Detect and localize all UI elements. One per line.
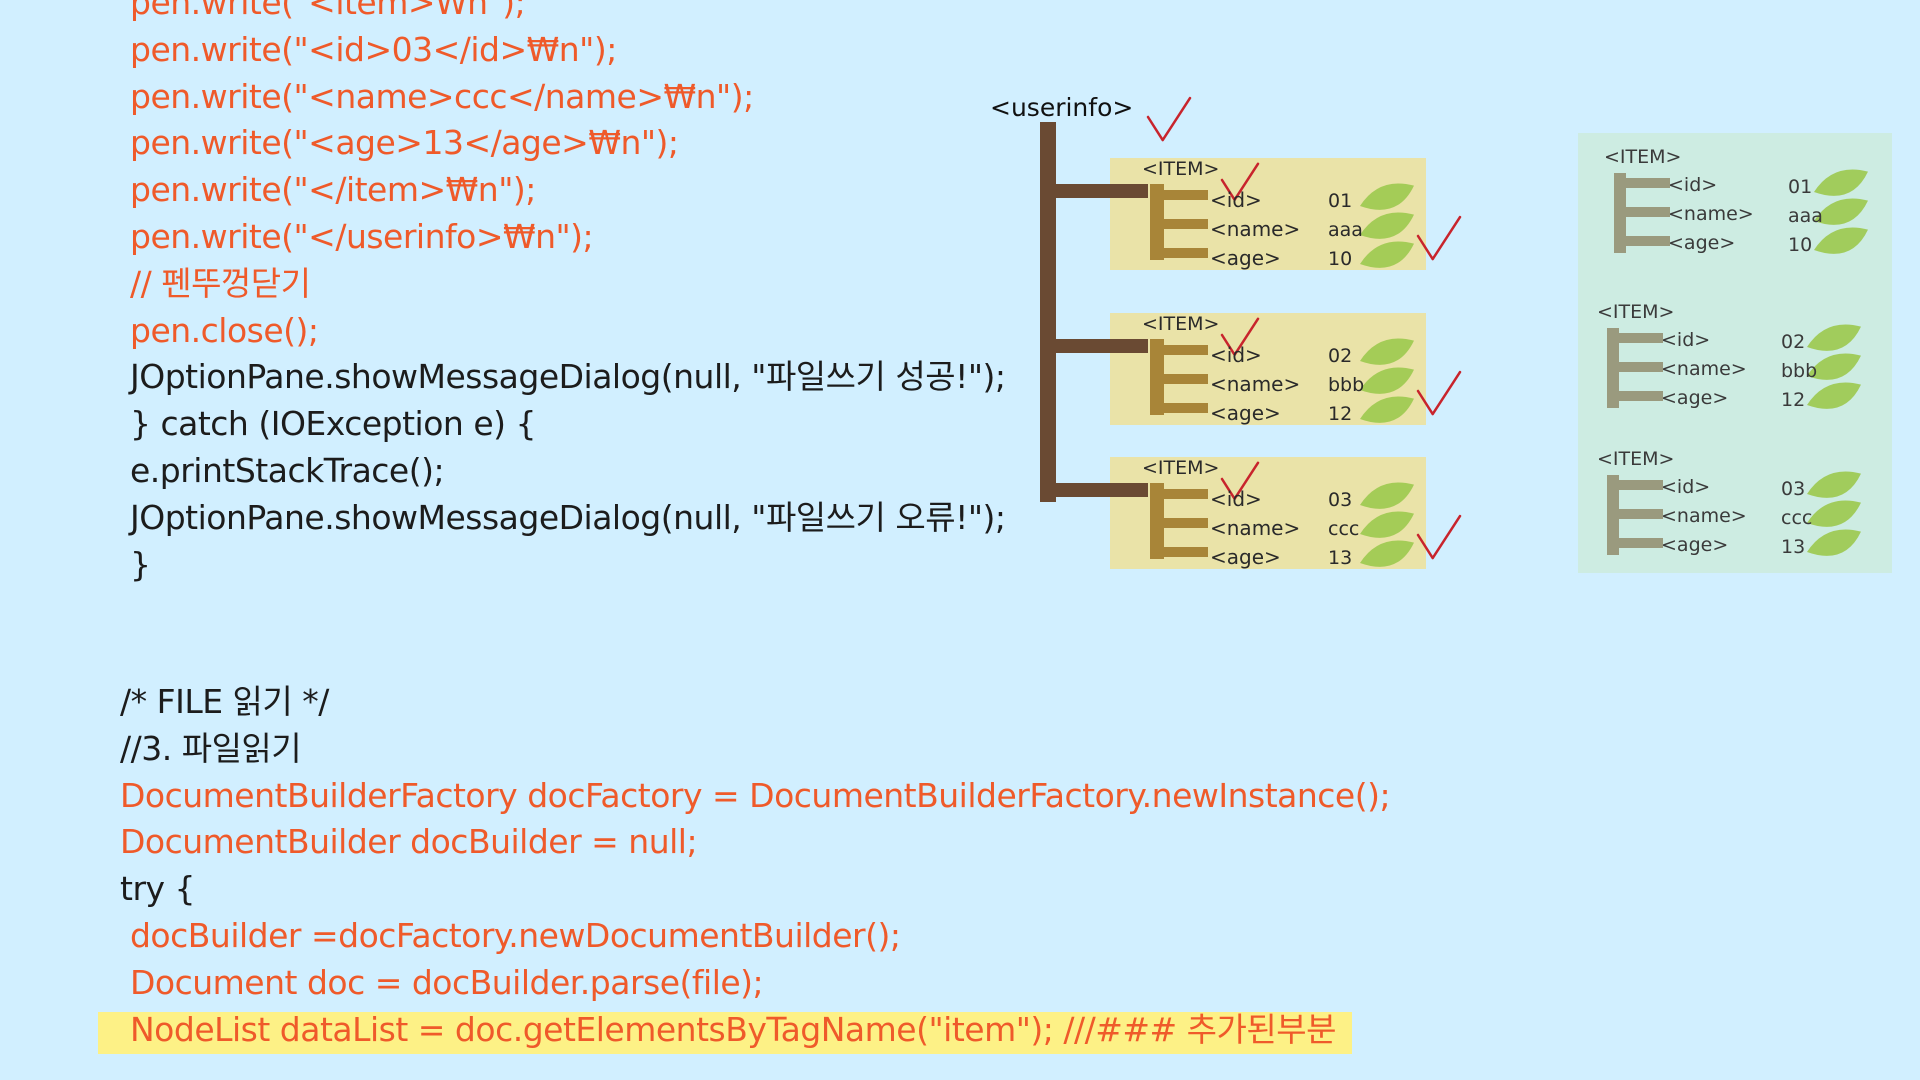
panel-field-label: <id> xyxy=(1661,476,1711,498)
field-branch xyxy=(1150,547,1208,557)
field-label: <id> xyxy=(1210,343,1262,367)
panel-field-branch xyxy=(1607,509,1663,519)
value-label: 03 xyxy=(1328,489,1353,511)
field-label: <name> xyxy=(1210,217,1301,241)
panel-value-label: aaa xyxy=(1788,205,1823,227)
root-label: <userinfo> xyxy=(990,93,1134,122)
item-label: <ITEM> xyxy=(1142,457,1220,479)
item-label: <ITEM> xyxy=(1142,313,1220,335)
panel-value-label: 12 xyxy=(1781,389,1806,411)
value-label: ccc xyxy=(1328,518,1360,540)
value-label: 13 xyxy=(1328,547,1353,569)
panel-field-label: <name> xyxy=(1661,505,1747,527)
field-branch xyxy=(1150,374,1208,384)
panel-value-label: ccc xyxy=(1781,507,1813,529)
panel-value-label: 02 xyxy=(1781,331,1806,353)
field-branch xyxy=(1150,219,1208,229)
panel-field-label: <id> xyxy=(1661,329,1711,351)
panel-value-label: 03 xyxy=(1781,478,1806,500)
panel-field-label: <id> xyxy=(1668,174,1718,196)
field-branch xyxy=(1150,489,1208,499)
value-label: 12 xyxy=(1328,403,1353,425)
field-branch xyxy=(1150,518,1208,528)
field-label: <name> xyxy=(1210,516,1301,540)
field-branch xyxy=(1150,403,1208,413)
value-label: aaa xyxy=(1328,219,1363,241)
tree-branch xyxy=(1048,184,1148,198)
panel-item-label: <ITEM> xyxy=(1597,301,1675,323)
field-label: <id> xyxy=(1210,487,1262,511)
field-label: <age> xyxy=(1210,545,1281,569)
panel-field-label: <age> xyxy=(1668,232,1736,254)
field-label: <age> xyxy=(1210,401,1281,425)
panel-field-branch xyxy=(1607,538,1663,548)
panel-field-label: <age> xyxy=(1661,387,1729,409)
field-branch xyxy=(1150,248,1208,258)
field-branch xyxy=(1150,345,1208,355)
value-label: 10 xyxy=(1328,248,1353,270)
panel-field-branch xyxy=(1614,207,1670,217)
panel-item-label: <ITEM> xyxy=(1597,448,1675,470)
panel-field-label: <name> xyxy=(1661,358,1747,380)
tree-branch xyxy=(1048,483,1148,497)
field-branch xyxy=(1150,190,1208,200)
panel-field-branch xyxy=(1607,333,1663,343)
panel-field-label: <age> xyxy=(1661,534,1729,556)
tree-branch xyxy=(1048,339,1148,353)
field-label: <id> xyxy=(1210,188,1262,212)
panel-value-label: 10 xyxy=(1788,234,1813,256)
panel-value-label: 01 xyxy=(1788,176,1813,198)
field-label: <age> xyxy=(1210,246,1281,270)
panel-field-label: <name> xyxy=(1668,203,1754,225)
panel-value-label: bbb xyxy=(1781,360,1818,382)
panel-value-label: 13 xyxy=(1781,536,1806,558)
value-label: 02 xyxy=(1328,345,1353,367)
panel-field-branch xyxy=(1607,391,1663,401)
panel-field-branch xyxy=(1607,362,1663,372)
value-label: 01 xyxy=(1328,190,1353,212)
panel-field-branch xyxy=(1607,480,1663,490)
value-label: bbb xyxy=(1328,374,1365,396)
panel-field-branch xyxy=(1614,178,1670,188)
tree-trunk xyxy=(1040,122,1056,502)
panel-item-label: <ITEM> xyxy=(1604,146,1682,168)
field-label: <name> xyxy=(1210,372,1301,396)
check-icon xyxy=(1146,96,1192,142)
panel-field-branch xyxy=(1614,236,1670,246)
item-label: <ITEM> xyxy=(1142,158,1220,180)
